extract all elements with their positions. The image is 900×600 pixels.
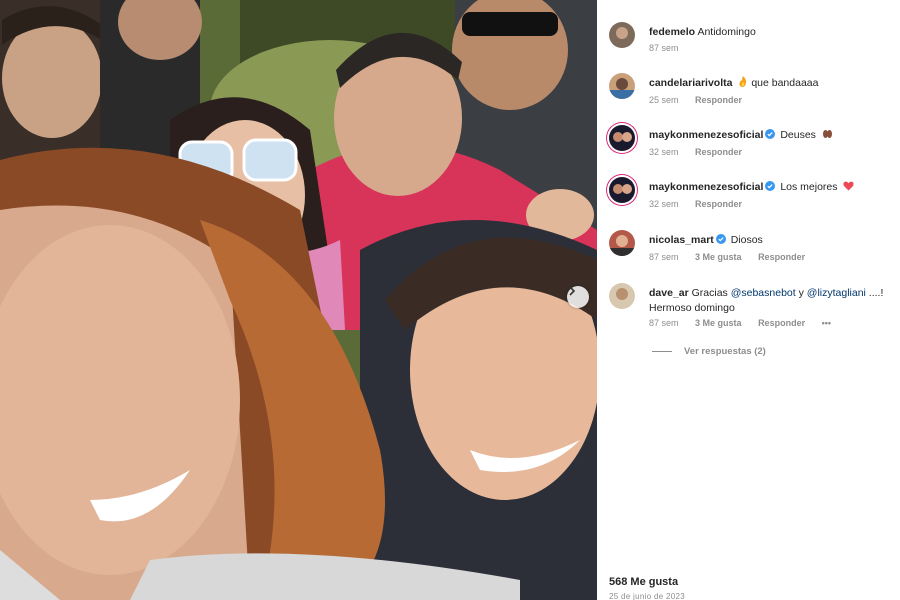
comment-text: Diosos <box>730 234 763 246</box>
fire-icon <box>739 76 747 87</box>
comment-likes[interactable]: 3 Me gusta <box>695 252 742 262</box>
comment-time: 32 sem <box>649 199 679 209</box>
comment-username[interactable]: maykonmenezesoficial <box>649 129 763 141</box>
reply-button[interactable]: Responder <box>695 199 742 209</box>
post-likes-count[interactable]: 568 Me gusta <box>609 576 678 588</box>
reply-button[interactable]: Responder <box>695 147 742 157</box>
avatar[interactable] <box>609 283 635 309</box>
comment-item: maykonmenezesoficial Los mejores 32 sem … <box>609 177 900 221</box>
reply-button[interactable]: Responder <box>695 95 742 105</box>
comment-username[interactable]: maykonmenezesoficial <box>649 181 763 193</box>
chevron-right-icon <box>569 286 576 296</box>
post-photo <box>0 0 597 600</box>
comment-likes[interactable]: 3 Me gusta <box>695 318 742 328</box>
comment-username[interactable]: candelariarivolta <box>649 77 732 89</box>
comment-text: Gracias <box>688 287 731 299</box>
comment-item: fedemelo Antidomingo 87 sem <box>609 22 900 66</box>
reply-button[interactable]: Responder <box>758 318 805 328</box>
view-replies-label: Ver respuestas (2) <box>684 346 766 357</box>
comment-item: maykonmenezesoficial Deuses 32 sem Respo… <box>609 125 900 169</box>
heart-icon <box>843 181 854 191</box>
comment-time: 87 sem <box>649 318 679 328</box>
divider <box>652 351 672 352</box>
comment-time: 32 sem <box>649 147 679 157</box>
comment-time: 25 sem <box>649 95 679 105</box>
hands-icon <box>822 130 832 138</box>
avatar[interactable] <box>609 230 635 256</box>
comment-item: nicolas_mart Diosos 87 sem 3 Me gusta Re… <box>609 230 900 274</box>
avatar[interactable] <box>609 22 635 48</box>
comment-time: 87 sem <box>649 43 679 53</box>
avatar[interactable] <box>609 177 635 203</box>
verified-badge-icon <box>765 181 776 191</box>
post-date: 25 de junio de 2023 <box>609 592 685 600</box>
comment-text: Los mejores <box>780 181 838 193</box>
comment-username[interactable]: nicolas_mart <box>649 234 714 246</box>
group-selfie-image <box>0 0 597 600</box>
avatar[interactable] <box>609 73 635 99</box>
comment-text: y <box>795 287 807 299</box>
comment-username[interactable]: dave_ar <box>649 287 689 299</box>
comment-item: dave_ar Gracias @sebasnebot y @lizytagli… <box>609 283 900 343</box>
comment-text: Deuses <box>780 129 816 141</box>
comment-item: candelariarivolta que bandaaaa 25 sem Re… <box>609 73 900 117</box>
more-options-button[interactable]: ••• <box>822 318 831 328</box>
reply-button[interactable]: Responder <box>758 252 805 262</box>
avatar[interactable] <box>609 125 635 151</box>
comments-panel: fedemelo Antidomingo 87 sem candelariari… <box>597 0 900 600</box>
verified-badge-icon <box>765 129 776 139</box>
next-photo-button[interactable] <box>567 286 589 308</box>
comment-text: que bandaaaa <box>751 77 819 89</box>
mention-link[interactable]: @sebasnebot <box>731 287 796 299</box>
comment-text: Antidomingo <box>697 26 756 38</box>
view-replies-button[interactable]: Ver respuestas (2) <box>652 346 766 357</box>
comment-time: 87 sem <box>649 252 679 262</box>
comment-username[interactable]: fedemelo <box>649 26 695 38</box>
mention-link[interactable]: @lizytagliani <box>807 287 866 299</box>
verified-badge-icon <box>715 234 726 244</box>
